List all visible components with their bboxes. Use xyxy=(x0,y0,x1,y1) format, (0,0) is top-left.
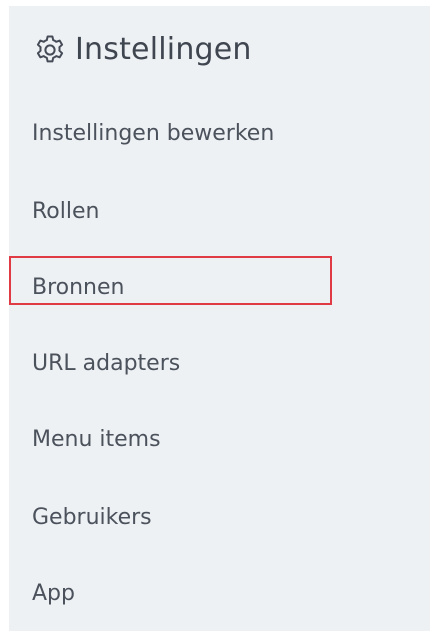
gear-icon xyxy=(32,32,68,68)
menu-item-menu-items[interactable]: Menu items xyxy=(9,414,430,466)
menu-item-label: Instellingen bewerken xyxy=(32,121,275,146)
page-title: Instellingen xyxy=(75,32,252,67)
menu-item-bronnen[interactable]: Bronnen xyxy=(9,262,430,314)
menu-item-rollen[interactable]: Rollen xyxy=(9,186,430,238)
menu-item-label: Bronnen xyxy=(32,275,125,300)
menu-item-label: Rollen xyxy=(32,199,100,224)
menu-item-label: App xyxy=(32,581,75,606)
menu-item-label: Gebruikers xyxy=(32,505,152,530)
menu-item-url-adapters[interactable]: URL adapters xyxy=(9,338,430,390)
menu-item-label: URL adapters xyxy=(32,351,181,376)
settings-sidebar: Instellingen Instellingen bewerken Rolle… xyxy=(9,6,430,631)
menu-item-app[interactable]: App xyxy=(9,568,430,620)
menu-item-gebruikers[interactable]: Gebruikers xyxy=(9,492,430,544)
sidebar-header: Instellingen xyxy=(32,30,252,70)
menu-item-label: Menu items xyxy=(32,427,161,452)
menu-item-instellingen-bewerken[interactable]: Instellingen bewerken xyxy=(9,108,430,160)
